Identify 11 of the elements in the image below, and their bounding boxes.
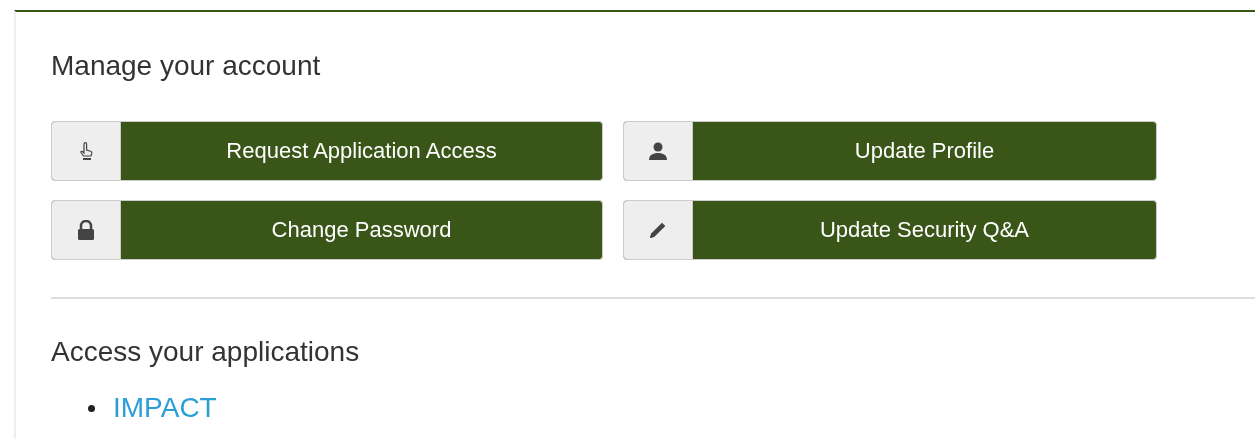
section-heading: Manage your account [51,49,322,83]
pointing-hand-icon [78,141,94,161]
bullet-icon [88,404,95,412]
action-button[interactable]: Request Application Access [51,121,603,181]
user-icon [648,141,668,161]
action-button[interactable]: Update Profile [623,121,1157,181]
action-button[interactable]: Update Security Q&A [623,200,1157,260]
lock-icon [77,220,95,240]
section-heading: Access your applications [51,335,361,369]
pencil-icon [648,220,668,240]
action-button[interactable]: Change Password [51,200,603,260]
